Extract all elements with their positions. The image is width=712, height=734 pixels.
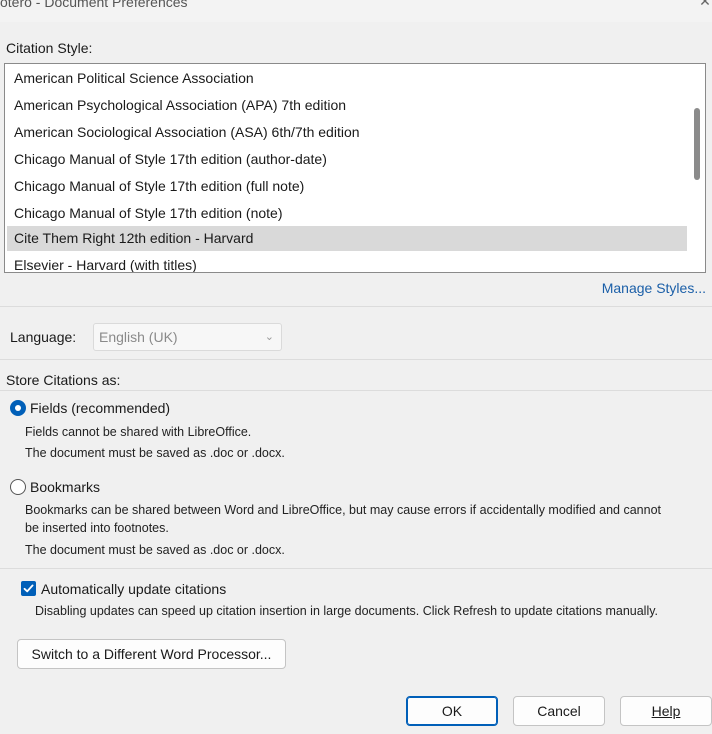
- style-item-asa[interactable]: American Sociological Association (ASA) …: [7, 120, 687, 145]
- chevron-down-icon: ⌄: [264, 331, 274, 343]
- style-item-chicago-author-date[interactable]: Chicago Manual of Style 17th edition (au…: [7, 147, 687, 172]
- title-bar: otero - Document Preferences ✕: [0, 0, 712, 22]
- language-select[interactable]: English (UK) ⌄: [93, 323, 282, 351]
- divider: [0, 568, 712, 569]
- help-button-label: Help: [651, 703, 681, 719]
- fields-desc-1: Fields cannot be shared with LibreOffice…: [25, 425, 252, 439]
- bookmarks-desc-1: Bookmarks can be shared between Word and…: [25, 503, 661, 517]
- style-item-cite-them-right[interactable]: Cite Them Right 12th edition - Harvard: [7, 226, 687, 251]
- fields-desc-2: The document must be saved as .doc or .d…: [25, 446, 285, 460]
- auto-update-label[interactable]: Automatically update citations: [41, 581, 226, 597]
- switch-word-processor-button[interactable]: Switch to a Different Word Processor...: [17, 639, 286, 669]
- fields-radio[interactable]: [10, 400, 26, 416]
- language-value: English (UK): [99, 329, 178, 345]
- list-scrollbar[interactable]: [691, 66, 703, 270]
- manage-styles-link[interactable]: Manage Styles...: [602, 280, 706, 296]
- cancel-button[interactable]: Cancel: [513, 696, 605, 726]
- divider: [0, 390, 712, 391]
- scrollbar-thumb[interactable]: [694, 108, 700, 180]
- fields-radio-label[interactable]: Fields (recommended): [30, 400, 170, 416]
- store-citations-label: Store Citations as:: [6, 372, 121, 388]
- auto-update-desc: Disabling updates can speed up citation …: [35, 604, 659, 618]
- bookmarks-desc-1b: be inserted into footnotes.: [25, 521, 169, 535]
- bookmarks-radio-label[interactable]: Bookmarks: [30, 479, 100, 495]
- divider: [0, 359, 712, 360]
- divider: [0, 306, 712, 307]
- close-icon[interactable]: ✕: [698, 0, 712, 10]
- citation-style-label: Citation Style:: [6, 40, 93, 56]
- auto-update-checkbox[interactable]: [21, 581, 36, 596]
- style-item-chicago-full-note[interactable]: Chicago Manual of Style 17th edition (fu…: [7, 174, 687, 199]
- language-label: Language:: [10, 329, 77, 345]
- help-button[interactable]: Help: [620, 696, 712, 726]
- style-item-chicago-note[interactable]: Chicago Manual of Style 17th edition (no…: [7, 201, 687, 226]
- style-item-apa[interactable]: American Psychological Association (APA)…: [7, 93, 687, 118]
- bookmarks-radio[interactable]: [10, 479, 26, 495]
- window-title: otero - Document Preferences: [0, 0, 188, 10]
- style-item-apsa[interactable]: American Political Science Association: [7, 66, 687, 91]
- bookmarks-desc-2: The document must be saved as .doc or .d…: [25, 543, 285, 557]
- style-item-elsevier-harvard[interactable]: Elsevier - Harvard (with titles): [7, 253, 687, 272]
- citation-style-list[interactable]: American Political Science Association A…: [4, 63, 706, 273]
- checkmark-icon: [23, 584, 34, 593]
- ok-button[interactable]: OK: [406, 696, 498, 726]
